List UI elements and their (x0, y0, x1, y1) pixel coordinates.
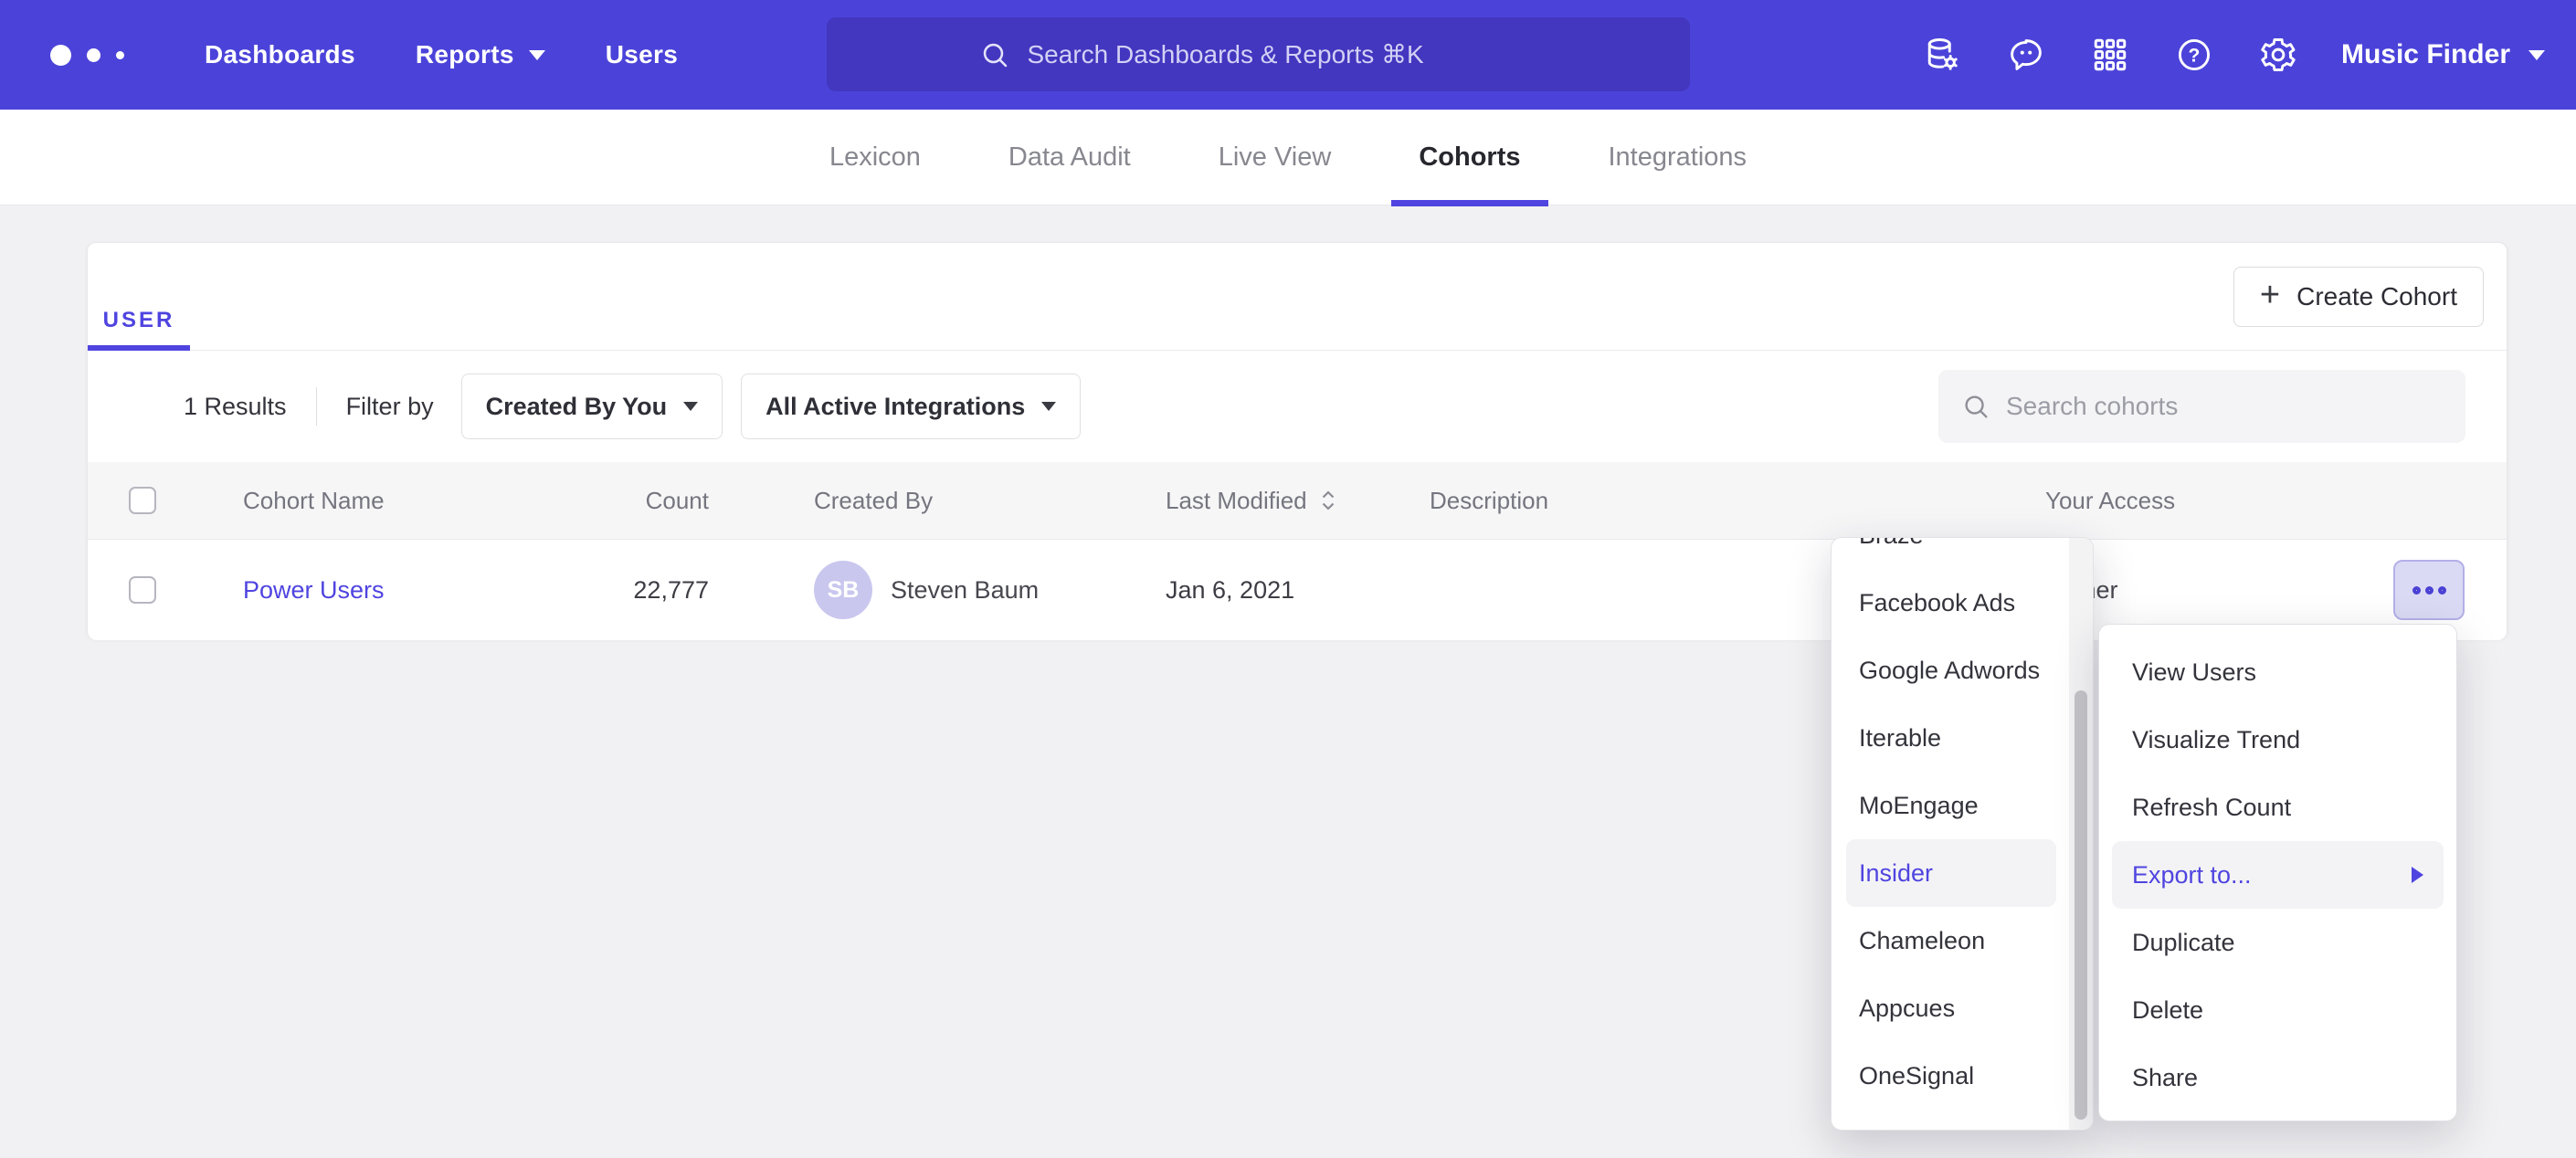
column-header-your-access[interactable]: Your Access (2045, 462, 2175, 539)
more-options-icon (2412, 586, 2421, 595)
cohort-count: 22,777 (633, 576, 709, 605)
menu-item-visualize-trend[interactable]: Visualize Trend (2099, 706, 2456, 774)
submenu-item-iterable[interactable]: Iterable (1832, 704, 2071, 772)
tab-label: Live View (1219, 142, 1332, 173)
submenu-item-moengage[interactable]: MoEngage (1832, 772, 2071, 839)
svg-text:?: ? (2189, 45, 2201, 66)
search-cohorts-input[interactable] (2006, 392, 2408, 421)
mixpanel-logo[interactable] (50, 45, 124, 66)
help-icon[interactable]: ? (2173, 34, 2215, 76)
nav-item-users[interactable]: Users (606, 40, 678, 69)
column-header-last-modified[interactable]: Last Modified (1166, 462, 1338, 539)
cohorts-panel: USER + Create Cohort 1 Results Filter by… (87, 242, 2507, 639)
global-search-input[interactable] (1028, 40, 1539, 69)
tab-cohorts[interactable]: Cohorts (1419, 110, 1520, 205)
search-icon (978, 38, 1011, 71)
top-nav: Dashboards Reports Users (0, 0, 2576, 110)
column-header-description[interactable]: Description (1430, 462, 1548, 539)
nav-right-group: ? Music Finder (1921, 0, 2545, 110)
project-name: Music Finder (2341, 39, 2510, 70)
menu-item-refresh-count[interactable]: Refresh Count (2099, 774, 2456, 841)
column-header-cohort-name[interactable]: Cohort Name (243, 462, 385, 539)
nav-item-reports[interactable]: Reports (416, 40, 545, 69)
active-tab-underline (1391, 200, 1547, 206)
column-header-created-by[interactable]: Created By (814, 462, 933, 539)
column-header-count[interactable]: Count (581, 462, 709, 539)
table-header: Cohort Name Count Created By Last Modifi… (88, 462, 2507, 540)
menu-item-export-to[interactable]: Export to... (2112, 841, 2444, 909)
submenu-arrow-icon (2412, 867, 2423, 883)
tab-live-view[interactable]: Live View (1219, 110, 1332, 205)
submenu-scrollbar-thumb[interactable] (2075, 690, 2087, 1120)
nav-item-dashboards[interactable]: Dashboards (205, 40, 355, 69)
avatar: SB (814, 561, 872, 619)
menu-item-delete[interactable]: Delete (2099, 976, 2456, 1044)
submenu-item-braze[interactable]: Braze (1832, 537, 2071, 569)
sort-icon[interactable] (1318, 489, 1338, 512)
tab-integrations[interactable]: Integrations (1609, 110, 1747, 205)
tab-label: Integrations (1609, 142, 1747, 173)
tab-label: Cohorts (1419, 142, 1520, 173)
created-by-name: Steven Baum (891, 576, 1039, 605)
chevron-down-icon (2528, 50, 2545, 60)
menu-item-duplicate[interactable]: Duplicate (2099, 909, 2456, 976)
search-cohorts[interactable] (1938, 370, 2465, 443)
plus-icon: + (2260, 278, 2280, 312)
apps-grid-icon[interactable] (2089, 34, 2131, 76)
menu-item-export-to-label: Export to... (2132, 861, 2252, 890)
chevron-down-icon (1041, 402, 1056, 411)
menu-item-view-users[interactable]: View Users (2099, 638, 2456, 706)
create-cohort-label: Create Cohort (2296, 282, 2457, 311)
active-tab-underline (88, 345, 190, 351)
row-more-options-button[interactable] (2393, 560, 2465, 620)
submenu-item-chameleon[interactable]: Chameleon (1832, 907, 2071, 974)
divider (316, 387, 317, 426)
settings-gear-icon[interactable] (2257, 34, 2299, 76)
integrations-filter-dropdown[interactable]: All Active Integrations (741, 374, 1081, 439)
project-selector[interactable]: Music Finder (2341, 39, 2545, 70)
last-modified-date: Jan 6, 2021 (1166, 576, 1294, 605)
submenu-item-appcues[interactable]: Appcues (1832, 974, 2071, 1042)
menu-item-share[interactable]: Share (2099, 1044, 2456, 1111)
select-all-checkbox[interactable] (129, 487, 156, 514)
nav-item-users-label: Users (606, 40, 678, 69)
column-header-label: Last Modified (1166, 487, 1307, 515)
integrations-filter-label: All Active Integrations (765, 393, 1025, 421)
results-count: 1 Results (184, 393, 287, 421)
created-by-filter-label: Created By You (486, 393, 668, 421)
create-cohort-button[interactable]: + Create Cohort (2233, 267, 2484, 327)
export-submenu: Braze Facebook Ads Google Adwords Iterab… (1831, 537, 2094, 1131)
data-settings-icon[interactable] (1921, 34, 1963, 76)
cohort-name-link[interactable]: Power Users (243, 576, 385, 605)
tab-lexicon[interactable]: Lexicon (829, 110, 921, 205)
tab-data-audit[interactable]: Data Audit (1008, 110, 1131, 205)
row-checkbox[interactable] (129, 576, 156, 604)
filter-bar: 1 Results Filter by Created By You All A… (88, 351, 2507, 462)
search-icon (1960, 391, 1991, 422)
submenu-item-insider[interactable]: Insider (1846, 839, 2056, 907)
feedback-icon[interactable] (2005, 34, 2047, 76)
row-context-menu: View Users Visualize Trend Refresh Count… (2098, 624, 2457, 1121)
submenu-item-google-adwords[interactable]: Google Adwords (1832, 637, 2071, 704)
tab-label: Lexicon (829, 142, 921, 173)
created-by-filter-dropdown[interactable]: Created By You (461, 374, 723, 439)
tab-user-cohorts[interactable]: USER (88, 243, 190, 350)
filter-by-label: Filter by (346, 393, 434, 421)
nav-item-reports-label: Reports (416, 40, 514, 69)
submenu-item-onesignal[interactable]: OneSignal (1832, 1042, 2071, 1110)
cohorts-panel-header: USER + Create Cohort (88, 243, 2507, 351)
submenu-item-facebook-ads[interactable]: Facebook Ads (1832, 569, 2071, 637)
global-search[interactable] (827, 17, 1690, 91)
chevron-down-icon (529, 50, 545, 60)
nav-item-dashboards-label: Dashboards (205, 40, 355, 69)
chevron-down-icon (683, 402, 698, 411)
export-submenu-list: Braze Facebook Ads Google Adwords Iterab… (1832, 537, 2071, 1110)
section-tabs: Lexicon Data Audit Live View Cohorts Int… (0, 110, 2576, 205)
tab-label: Data Audit (1008, 142, 1131, 173)
tab-user-label: USER (103, 308, 175, 333)
